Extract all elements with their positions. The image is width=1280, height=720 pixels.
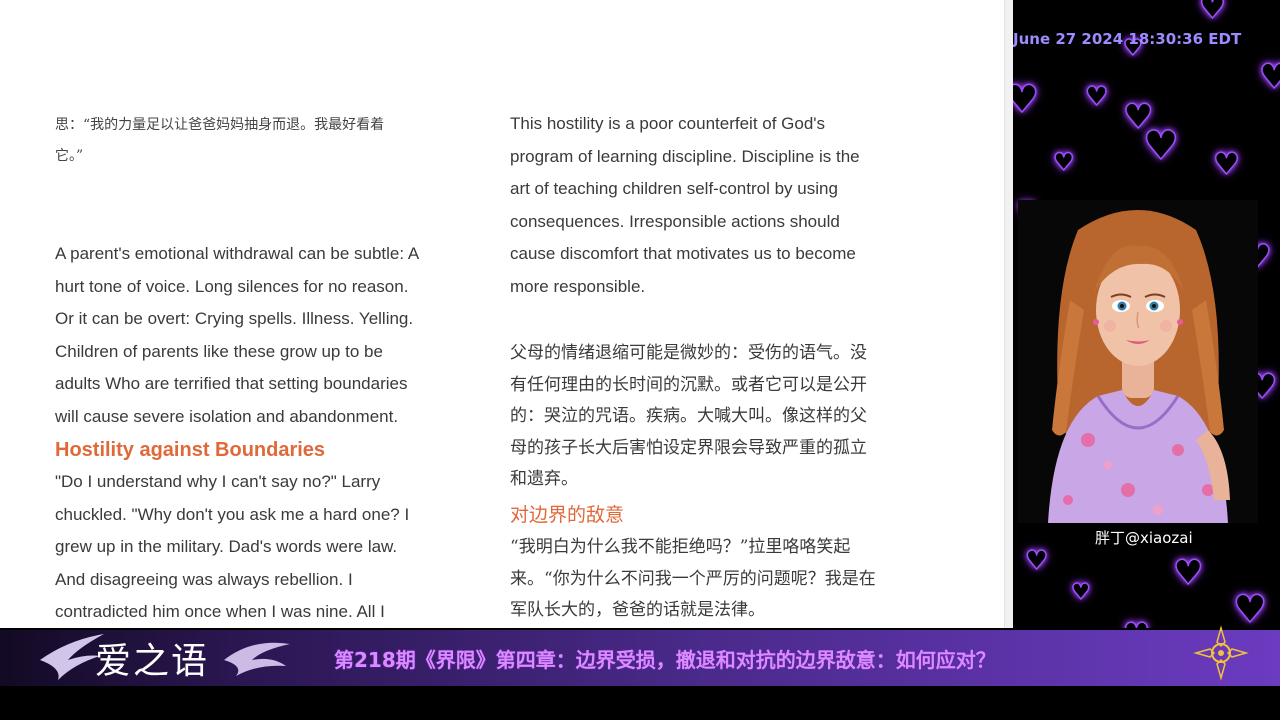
text-line: cause discomfort that motivates us to be… xyxy=(510,244,856,264)
heart-icon: ♥ xyxy=(1198,0,1226,26)
heart-icon: ♥ xyxy=(1232,587,1268,631)
text-line: 和遗弃。 xyxy=(510,469,578,489)
text-line: 的：哭泣的咒语。疾病。大喊大叫。像这样的父 xyxy=(510,406,867,426)
text-line: "Do I understand why I can't say no?" La… xyxy=(55,472,381,491)
page-edge xyxy=(1004,0,1013,628)
text-line: adults Who are terrified that setting bo… xyxy=(55,374,408,394)
text-line: grew up in the military. Dad's words wer… xyxy=(55,537,398,557)
text-line: hurt tone of voice. Long silences for no… xyxy=(55,276,409,296)
text-line: 来。“你为什么不问我一个严厉的问题呢？我是在 xyxy=(510,568,876,589)
doll-illustration xyxy=(1018,200,1258,523)
text-line: contradicted him once when I was nine. A… xyxy=(55,602,385,622)
show-logo: 爱之语 xyxy=(95,641,210,682)
text-line: 思：“我的力量足以让爸爸妈妈抽身而退。我最好看着 xyxy=(55,117,385,133)
heart-icon: ♥ xyxy=(1013,77,1040,121)
text-line: more responsible. xyxy=(510,276,646,296)
right-zh-paragraph-1: 父母的情绪退缩可能是微妙的：受伤的语气。没 有任何理由的长时间的沉默。或者它可以… xyxy=(510,338,867,496)
left-paragraph-1: A parent's emotional withdrawal can be s… xyxy=(55,238,419,434)
heart-icon: ♥ xyxy=(1172,553,1204,593)
emblem-icon xyxy=(1193,625,1249,681)
left-paragraph-2: "Do I understand why I can't say no?" La… xyxy=(55,466,409,628)
heart-icon: ♥ xyxy=(1212,147,1240,182)
text-line: 母的孩子长大后害怕设定界限会导致严重的孤立 xyxy=(510,437,867,458)
section-heading-en: Hostility against Boundaries xyxy=(55,439,326,461)
episode-title: 第218期《界限》第四章：边界受损，撤退和对抗的边界敌意：如何应对？ xyxy=(334,648,996,672)
text-line: This hostility is a poor counterfeit of … xyxy=(510,114,826,133)
streamer-handle: 胖丁@xiaozai xyxy=(1095,529,1193,547)
text-line: Children of parents like these grow up t… xyxy=(55,341,383,361)
logo-swirl-icon xyxy=(224,642,290,676)
text-line: A parent's emotional withdrawal can be s… xyxy=(55,244,420,263)
text-line: Or it can be overt: Crying spells. Illne… xyxy=(55,309,414,329)
text-line: program of learning discipline. Discipli… xyxy=(510,146,860,166)
text-line: consequences. Irresponsible actions shou… xyxy=(510,211,840,231)
text-line: “我明白为什么我不能拒绝吗？”拉里咯咯笑起 xyxy=(510,537,851,557)
right-zh-paragraph-2: “我明白为什么我不能拒绝吗？”拉里咯咯笑起 来。“你为什么不问我一个严厉的问题呢… xyxy=(510,532,876,627)
presenter-image xyxy=(1018,200,1258,523)
heart-icon: ♥ xyxy=(1024,546,1049,576)
text-line: 它。” xyxy=(55,148,84,164)
section-heading-zh: 对边界的敌意 xyxy=(510,504,625,526)
text-line: chuckled. "Why don't you ask me a hard o… xyxy=(55,504,410,524)
left-zh-intro: 思：“我的力量足以让爸爸妈妈抽身而退。我最好看着 它。” xyxy=(55,110,384,172)
text-line: 父母的情绪退缩可能是微妙的：受伤的语气。没 xyxy=(510,343,867,363)
text-line: And disagreeing was always rebellion. I xyxy=(55,569,353,589)
heart-icon: ♥ xyxy=(1258,57,1280,97)
text-line: art of teaching children self-control by… xyxy=(510,179,838,199)
document-page: 思：“我的力量足以让爸爸妈妈抽身而退。我最好看着 它。” A parent's … xyxy=(0,0,1013,628)
heart-icon: ♥ xyxy=(1084,82,1109,112)
heart-icon: ♥ xyxy=(1142,123,1179,169)
text-line: 有任何理由的长时间的沉默。或者它可以是公开 xyxy=(510,374,867,395)
timestamp: June 27 2024 18:30:36 EDT xyxy=(1013,30,1242,48)
right-paragraph-1: This hostility is a poor counterfeit of … xyxy=(510,108,860,304)
text-line: will cause severe isolation and abandonm… xyxy=(55,406,399,426)
text-line: 军队长大的，爸爸的话就是法律。 xyxy=(510,600,765,620)
heart-icon: ♥ xyxy=(1052,148,1075,176)
heart-icon: ♥ xyxy=(1070,580,1091,605)
